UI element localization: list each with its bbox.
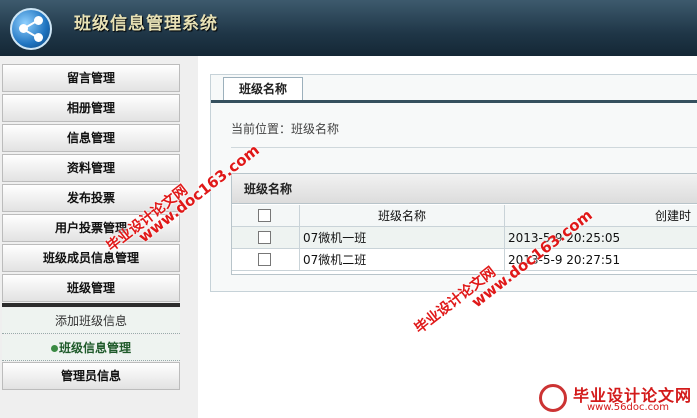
created-time-cell: 2013-5-9 20:27:51 xyxy=(508,253,621,267)
sidebar: 留言管理 相册管理 信息管理 资料管理 发布投票 用户投票管理 班级成员信息管理… xyxy=(0,56,198,418)
app-logo-icon xyxy=(10,8,52,50)
sidebar-item-albums[interactable]: 相册管理 xyxy=(2,94,180,122)
corner-watermark-logo: 毕业设计论文网 www.56doc.com xyxy=(535,380,695,416)
content-panel: 班级名称 当前位置：班级名称 班级名称 班级名称 创建时 07微机一班 2013… xyxy=(210,74,697,292)
sidebar-subitem-add-class[interactable]: 添加班级信息 xyxy=(2,308,180,334)
divider xyxy=(231,147,697,148)
tab-class-name[interactable]: 班级名称 xyxy=(223,77,303,101)
row-select-cell xyxy=(232,227,300,249)
sidebar-item-documents[interactable]: 资料管理 xyxy=(2,154,180,182)
table-header-row: 班级名称 创建时 xyxy=(232,205,697,227)
sidebar-item-class-mgmt[interactable]: 班级管理 xyxy=(2,274,180,302)
app-title: 班级信息管理系统 xyxy=(74,14,218,34)
breadcrumb: 当前位置：班级名称 xyxy=(231,122,340,136)
tab-underline xyxy=(211,100,697,103)
sidebar-item-info[interactable]: 信息管理 xyxy=(2,124,180,152)
row-select-cell xyxy=(232,249,300,271)
select-all-cell xyxy=(232,205,300,227)
class-table: 班级名称 班级名称 创建时 07微机一班 2013-5-9 20:25:05 0… xyxy=(231,173,697,275)
site-logo-icon xyxy=(539,384,567,412)
sidebar-item-members[interactable]: 班级成员信息管理 xyxy=(2,244,180,272)
corner-watermark-url: www.56doc.com xyxy=(587,402,670,413)
row-checkbox[interactable] xyxy=(258,231,271,244)
sidebar-item-admin-info[interactable]: 管理员信息 xyxy=(2,362,180,390)
app-header: 班级信息管理系统 xyxy=(0,0,697,56)
sidebar-subitem-class-info[interactable]: 班级信息管理 xyxy=(2,335,180,361)
column-header-name[interactable]: 班级名称 xyxy=(300,205,505,227)
select-all-checkbox[interactable] xyxy=(258,209,271,222)
table-row[interactable]: 07微机一班 2013-5-9 20:25:05 xyxy=(232,227,697,249)
column-header-created[interactable]: 创建时 xyxy=(505,205,697,227)
class-name-cell: 07微机一班 xyxy=(300,227,505,249)
sidebar-item-messages[interactable]: 留言管理 xyxy=(2,64,180,92)
main-content: 班级名称 当前位置：班级名称 班级名称 班级名称 创建时 07微机一班 2013… xyxy=(198,56,697,418)
class-name-cell: 07微机二班 xyxy=(300,249,505,271)
table-row[interactable]: 07微机二班 2013-5-9 20:27:51 xyxy=(232,249,697,271)
sidebar-divider xyxy=(2,303,180,307)
sidebar-item-user-votes[interactable]: 用户投票管理 xyxy=(2,214,180,242)
bullet-icon xyxy=(50,345,58,352)
table-title: 班级名称 xyxy=(232,174,697,204)
sidebar-item-publish-vote[interactable]: 发布投票 xyxy=(2,184,180,212)
sidebar-subitem-label: 班级信息管理 xyxy=(58,341,131,355)
created-time-cell: 2013-5-9 20:25:05 xyxy=(508,231,621,245)
row-checkbox[interactable] xyxy=(258,253,271,266)
